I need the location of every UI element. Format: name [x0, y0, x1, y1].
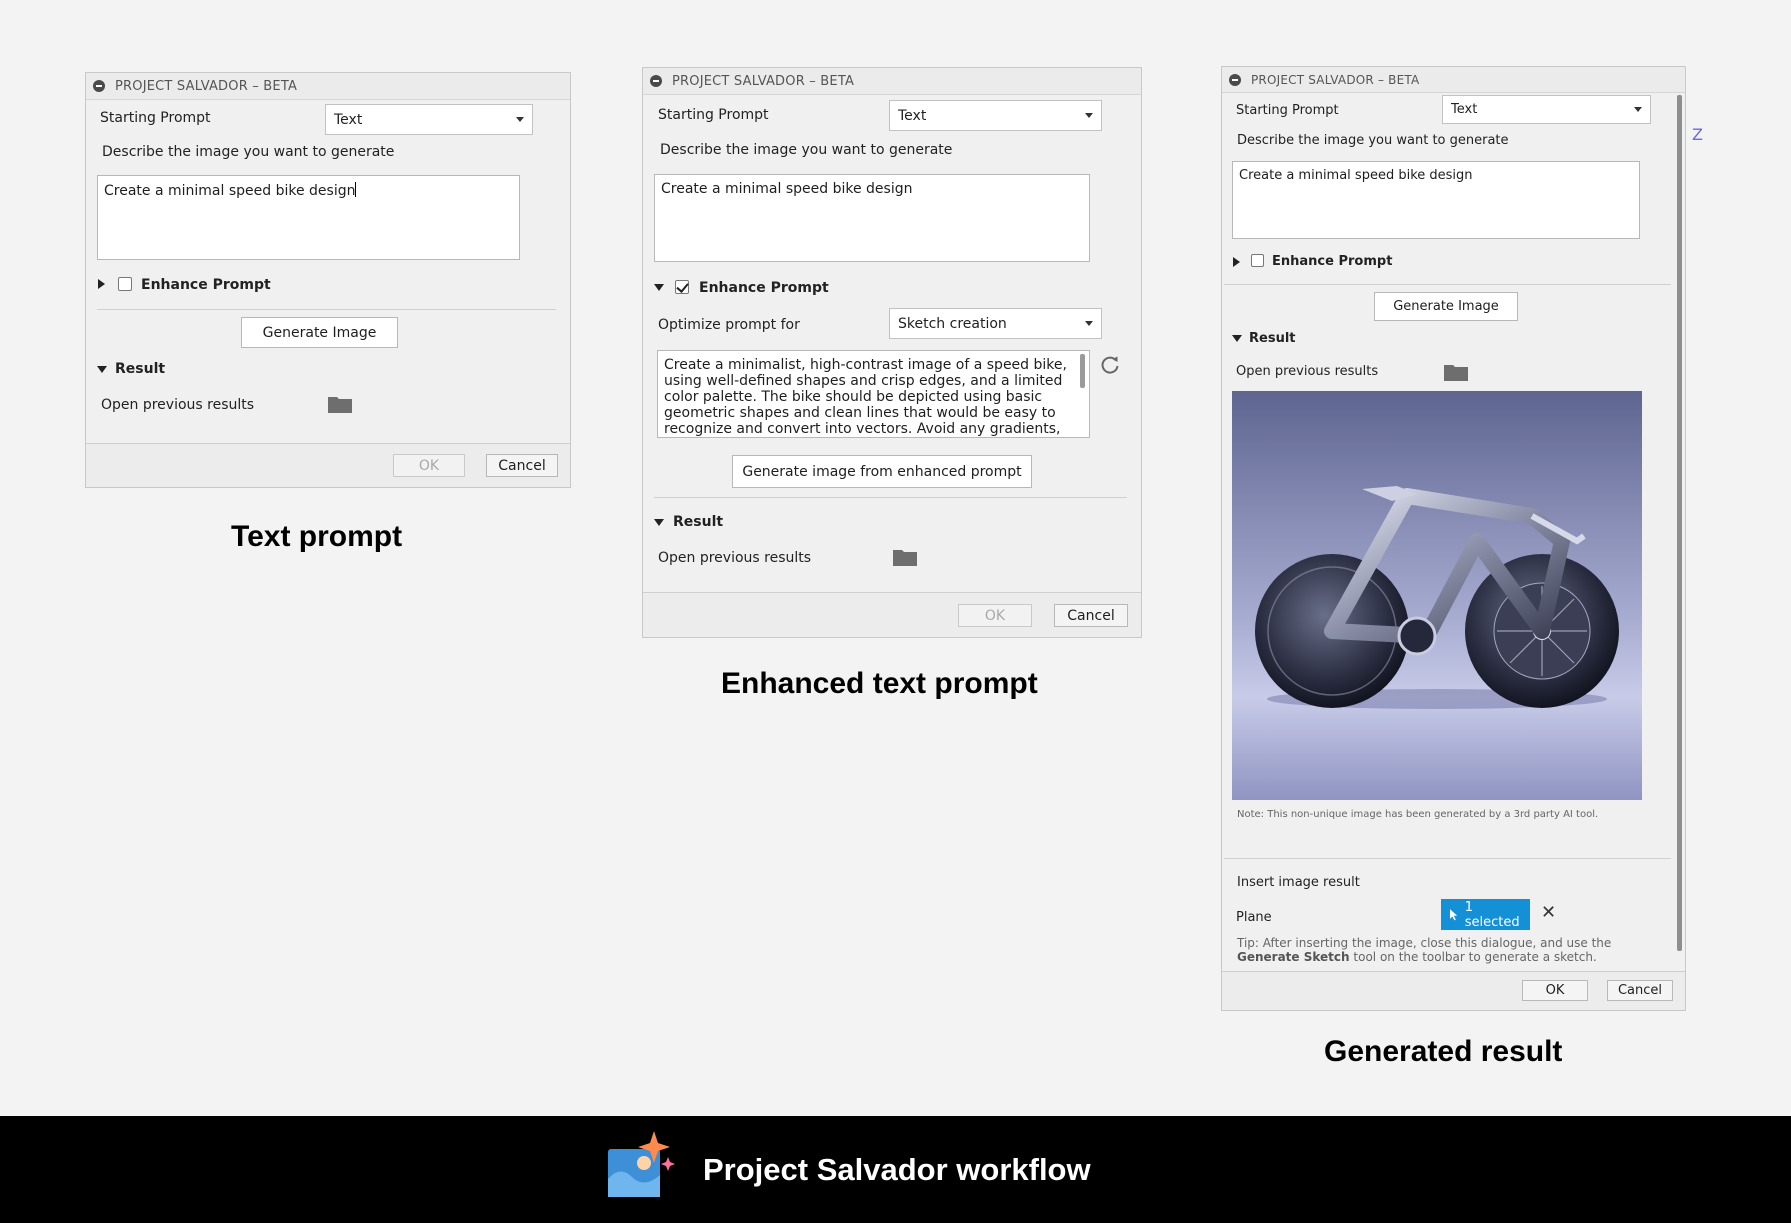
insert-image-label: Insert image result: [1237, 875, 1360, 890]
enhance-prompt-checkbox[interactable]: [675, 280, 689, 294]
minus-circle-icon[interactable]: [93, 80, 105, 92]
collapse-arrow-icon[interactable]: [654, 284, 664, 291]
collapse-arrow-icon[interactable]: [654, 519, 664, 526]
dialog-title-bar: PROJECT SALVADOR – BETA: [1222, 67, 1685, 93]
folder-icon[interactable]: [893, 548, 917, 566]
enhanced-prompt-text: Create a minimalist, high-contrast image…: [664, 357, 1067, 437]
dropdown-arrow-icon: [1634, 107, 1642, 112]
selection-badge[interactable]: 1 selected: [1441, 899, 1530, 930]
sparkle-image-logo-icon: [608, 1131, 675, 1197]
expand-arrow-icon[interactable]: [98, 279, 105, 289]
close-icon[interactable]: ✕: [1541, 902, 1556, 923]
folder-icon[interactable]: [328, 395, 352, 413]
divider: [97, 309, 556, 310]
open-previous-label: Open previous results: [1236, 364, 1379, 379]
tip-text: Tip: After inserting the image, close th…: [1237, 936, 1617, 964]
cancel-button[interactable]: Cancel: [1607, 980, 1673, 1001]
prompt-text: Create a minimal speed bike design: [1239, 168, 1473, 183]
dropdown-arrow-icon: [1085, 321, 1093, 326]
optimize-select[interactable]: Sketch creation: [889, 308, 1102, 339]
dialog-title: PROJECT SALVADOR – BETA: [672, 73, 855, 89]
disclaimer-note: Note: This non-unique image has been gen…: [1237, 809, 1599, 820]
open-previous-label: Open previous results: [658, 550, 812, 566]
tip-bold: Generate Sketch: [1237, 950, 1350, 964]
dialog-generated-result: PROJECT SALVADOR – BETA Starting Prompt …: [1221, 66, 1686, 1011]
enhance-prompt-checkbox[interactable]: [1251, 254, 1264, 267]
optimize-value: Sketch creation: [898, 315, 1007, 332]
tip-text-start: Tip: After inserting the image, close th…: [1237, 936, 1612, 950]
tip-text-end: tool on the toolbar to generate a sketch…: [1353, 950, 1597, 964]
starting-prompt-label: Starting Prompt: [1236, 103, 1339, 118]
expand-arrow-icon[interactable]: [1233, 257, 1240, 267]
enhance-prompt-label: Enhance Prompt: [1272, 254, 1393, 269]
starting-prompt-value: Text: [898, 107, 927, 124]
enhance-prompt-checkbox[interactable]: [118, 277, 132, 291]
enhance-prompt-label: Enhance Prompt: [699, 280, 829, 296]
scrollbar[interactable]: [1677, 95, 1682, 951]
divider: [654, 497, 1127, 498]
minus-circle-icon[interactable]: [1229, 73, 1241, 86]
starting-prompt-value: Text: [1451, 102, 1478, 117]
generate-image-button[interactable]: Generate Image: [241, 317, 398, 348]
ok-button[interactable]: OK: [1522, 980, 1588, 1001]
enhance-prompt-label: Enhance Prompt: [141, 277, 271, 293]
refresh-icon[interactable]: [1099, 354, 1121, 376]
folder-icon[interactable]: [1444, 363, 1468, 381]
starting-prompt-label: Starting Prompt: [658, 107, 769, 123]
prompt-textarea[interactable]: Create a minimal speed bike design: [1232, 161, 1640, 239]
dialog-enhanced-prompt: PROJECT SALVADOR – BETA Starting Prompt …: [642, 67, 1142, 638]
starting-prompt-select[interactable]: Text: [889, 100, 1102, 131]
prompt-textarea[interactable]: Create a minimal speed bike design: [654, 174, 1090, 262]
stray-mark: Z: [1692, 125, 1703, 144]
generate-enhanced-button[interactable]: Generate image from enhanced prompt: [732, 455, 1032, 488]
plane-label: Plane: [1236, 910, 1272, 925]
generate-image-button[interactable]: Generate Image: [1374, 292, 1518, 321]
ok-button[interactable]: OK: [393, 454, 465, 477]
collapse-arrow-icon[interactable]: [1232, 335, 1242, 342]
text-caret: [355, 182, 357, 197]
describe-label: Describe the image you want to generate: [660, 142, 953, 158]
open-previous-label: Open previous results: [101, 397, 255, 413]
result-label: Result: [115, 361, 166, 377]
dialog-text-prompt: PROJECT SALVADOR – BETA Starting Prompt …: [85, 72, 571, 488]
enhanced-prompt-textarea[interactable]: Create a minimalist, high-contrast image…: [657, 350, 1090, 438]
dialog-footer: OK Cancel: [643, 592, 1141, 637]
selection-count: 1 selected: [1464, 899, 1520, 930]
dialog-title: PROJECT SALVADOR – BETA: [115, 78, 298, 94]
scrollbar[interactable]: [1080, 354, 1085, 388]
dialog-footer: OK Cancel: [86, 443, 570, 487]
minus-circle-icon[interactable]: [650, 75, 662, 87]
dropdown-arrow-icon: [516, 117, 524, 122]
describe-label: Describe the image you want to generate: [102, 144, 395, 160]
caption-enhanced-prompt: Enhanced text prompt: [721, 667, 1038, 700]
dropdown-arrow-icon: [1085, 113, 1093, 118]
cancel-button[interactable]: Cancel: [1054, 604, 1128, 627]
prompt-text: Create a minimal speed bike design: [104, 183, 356, 199]
starting-prompt-value: Text: [334, 111, 363, 128]
footer-title: Project Salvador workflow: [703, 1152, 1091, 1187]
starting-prompt-label: Starting Prompt: [100, 110, 211, 126]
dialog-title-bar: PROJECT SALVADOR – BETA: [86, 73, 570, 100]
describe-label: Describe the image you want to generate: [1237, 133, 1509, 148]
dialog-title: PROJECT SALVADOR – BETA: [1251, 72, 1420, 87]
result-label: Result: [673, 514, 724, 530]
dialog-title-bar: PROJECT SALVADOR – BETA: [643, 68, 1141, 95]
ok-button[interactable]: OK: [958, 604, 1032, 627]
result-label: Result: [1249, 331, 1296, 346]
divider: [1224, 858, 1671, 859]
optimize-label: Optimize prompt for: [658, 317, 800, 333]
prompt-text: Create a minimal speed bike design: [661, 181, 913, 197]
cursor-icon: [1449, 908, 1458, 920]
generated-bike-image: [1232, 391, 1642, 800]
starting-prompt-select[interactable]: Text: [325, 104, 533, 135]
starting-prompt-select[interactable]: Text: [1442, 95, 1651, 124]
prompt-textarea[interactable]: Create a minimal speed bike design: [97, 175, 520, 260]
cancel-button[interactable]: Cancel: [486, 454, 558, 477]
dialog-footer: OK Cancel: [1222, 971, 1685, 1010]
divider: [1224, 284, 1671, 285]
caption-generated-result: Generated result: [1324, 1035, 1563, 1068]
caption-text-prompt: Text prompt: [231, 520, 403, 553]
collapse-arrow-icon[interactable]: [97, 366, 107, 373]
